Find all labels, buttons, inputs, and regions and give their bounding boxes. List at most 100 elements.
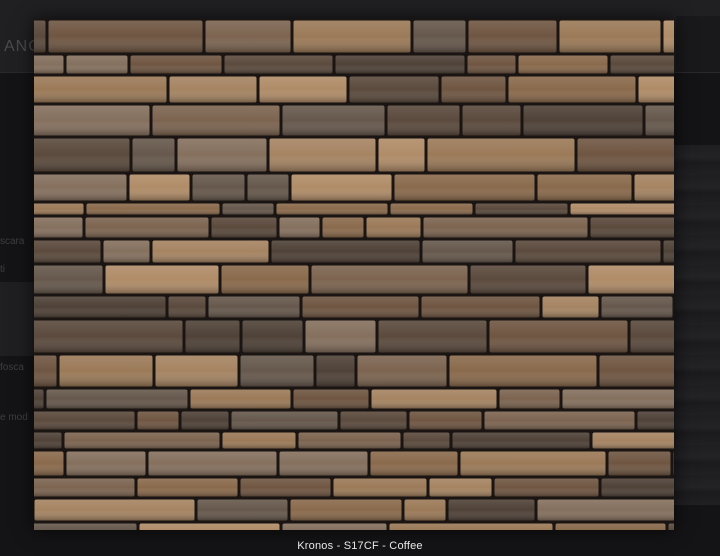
stone: [168, 296, 206, 318]
stone: [86, 203, 220, 215]
stone: [673, 452, 674, 475]
stone: [282, 105, 385, 136]
stone: [429, 478, 492, 497]
stone: [588, 265, 674, 294]
stone-wall-photo: [34, 19, 674, 530]
stone: [422, 240, 513, 263]
stone: [357, 355, 447, 387]
stone: [34, 55, 64, 74]
stone: [302, 296, 419, 318]
stone: [48, 20, 203, 53]
page: ANC scara ti fosca e mod Kronos - S17CF …: [0, 0, 720, 556]
stone: [222, 432, 296, 449]
stone: [259, 76, 347, 103]
stone: [423, 217, 588, 238]
background-text-snippet: ti: [0, 264, 5, 275]
stone: [590, 217, 674, 238]
stone: [559, 20, 661, 53]
background-side-panel: [676, 16, 720, 72]
stone: [663, 240, 674, 263]
stone: [427, 138, 575, 172]
stone: [240, 478, 331, 497]
stone: [489, 320, 628, 353]
stone: [105, 265, 219, 294]
stone: [298, 432, 401, 449]
stone: [34, 451, 64, 476]
stone: [421, 296, 540, 318]
stone: [293, 389, 369, 409]
stone: [577, 138, 674, 172]
stone: [371, 389, 497, 409]
stone: [192, 174, 245, 201]
stone: [333, 478, 427, 497]
stone: [242, 320, 303, 353]
stone: [668, 523, 674, 530]
stone: [139, 523, 280, 530]
stone: [282, 523, 387, 530]
lightbox-image[interactable]: [34, 19, 674, 530]
stone: [279, 217, 320, 238]
stone: [634, 174, 674, 201]
stone: [441, 76, 506, 103]
stone: [322, 217, 364, 238]
stone: [592, 432, 674, 449]
stone: [34, 523, 137, 530]
stone: [34, 20, 46, 53]
background-stone-strip: [674, 145, 720, 505]
stone: [601, 296, 673, 318]
stone: [311, 265, 468, 294]
stone: [34, 203, 84, 215]
stone: [316, 355, 355, 387]
stone: [34, 174, 127, 201]
stone: [148, 451, 277, 476]
stone: [537, 499, 674, 521]
stone: [608, 451, 671, 476]
stone: [340, 411, 407, 430]
stone: [34, 240, 101, 263]
background-block: [0, 282, 34, 356]
stone: [137, 411, 179, 430]
background-text-snippet: fosca: [0, 362, 24, 373]
stone: [222, 203, 274, 215]
stone: [470, 265, 586, 294]
stone: [271, 240, 420, 263]
stone: [610, 55, 674, 74]
stone: [378, 320, 487, 353]
stone: [177, 138, 267, 172]
stone: [387, 105, 460, 136]
stone: [46, 389, 188, 409]
stone: [129, 174, 190, 201]
stone: [663, 20, 674, 53]
stone: [467, 55, 516, 74]
stone: [335, 55, 465, 74]
stone: [34, 478, 135, 497]
stone: [305, 320, 376, 353]
stone: [247, 174, 289, 201]
stone: [34, 320, 183, 353]
stone: [515, 240, 661, 263]
stone: [403, 432, 450, 449]
stone: [413, 20, 466, 53]
stone: [542, 296, 599, 318]
stone: [34, 499, 195, 521]
stone: [291, 174, 392, 201]
stone: [155, 355, 238, 387]
stone: [449, 355, 597, 387]
stone: [66, 55, 128, 74]
stone: [452, 432, 590, 449]
stone: [468, 20, 557, 53]
stone: [293, 20, 411, 53]
stone: [494, 478, 599, 497]
stone: [34, 432, 62, 449]
stone: [130, 55, 222, 74]
stone: [231, 411, 338, 430]
stone: [448, 499, 535, 521]
stone: [34, 217, 83, 238]
image-caption: Kronos - S17CF - Coffee: [297, 540, 423, 552]
stone: [599, 355, 674, 387]
stone: [152, 105, 280, 136]
stone: [224, 55, 333, 74]
stone: [59, 355, 153, 387]
stone: [190, 389, 291, 409]
stone: [409, 411, 482, 430]
